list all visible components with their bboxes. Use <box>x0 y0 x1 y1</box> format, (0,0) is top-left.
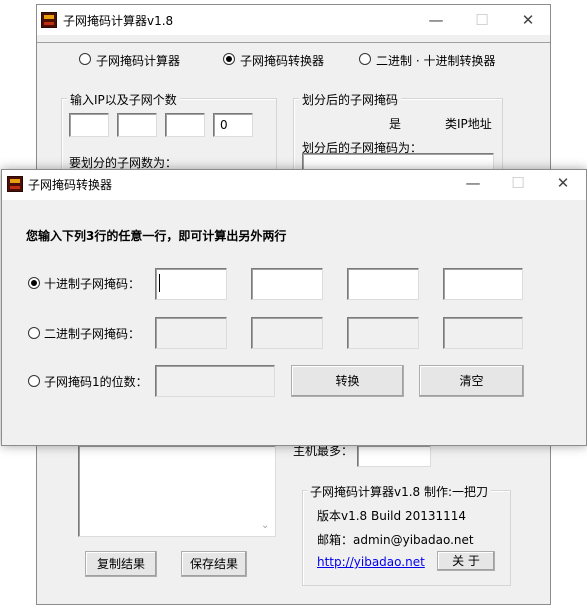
ip-octet-1[interactable] <box>69 113 109 137</box>
radio-subnet-converter[interactable] <box>223 53 235 65</box>
dialog-titlebar: 子网掩码转换器 — ☐ ✕ <box>2 170 586 200</box>
mode-label-converter: 子网掩码转换器 <box>240 54 325 68</box>
dialog-maximize-icon: ☐ <box>511 174 525 192</box>
scroll-down-icon[interactable]: ⌄ <box>261 520 269 531</box>
decimal-octet-2[interactable] <box>251 268 323 300</box>
mode-label-calculator: 子网掩码计算器 <box>96 54 181 68</box>
clear-button[interactable]: 清空 <box>419 365 524 397</box>
dialog-title: 子网掩码转换器 <box>28 178 113 192</box>
minimize-icon[interactable]: — <box>421 9 451 31</box>
binary-octet-3[interactable] <box>347 317 419 349</box>
ip-octet-3[interactable] <box>165 113 205 137</box>
host-max-field[interactable] <box>357 445 431 467</box>
bit-count-label: 子网掩码1的位数： <box>44 375 148 389</box>
ip-group-title: 输入IP以及子网个数 <box>67 91 180 108</box>
radio-binary-mask[interactable] <box>28 327 40 339</box>
convert-button[interactable]: 转换 <box>291 365 404 397</box>
dialog-close-icon[interactable]: ✕ <box>548 172 578 194</box>
decimal-octet-1[interactable] <box>155 268 227 300</box>
radio-decimal-mask[interactable] <box>28 277 40 289</box>
binary-octet-2[interactable] <box>251 317 323 349</box>
main-titlebar: 子网掩码计算器v1.8 — ☐ ✕ <box>37 5 550 35</box>
copy-result-button[interactable]: 复制结果 <box>85 551 157 577</box>
decimal-octet-4[interactable] <box>443 268 523 300</box>
version-text: 版本v1.8 Build 20131114 <box>317 509 467 523</box>
save-result-button[interactable]: 保存结果 <box>181 551 247 577</box>
radio-binary-decimal[interactable] <box>359 53 371 65</box>
maximize-icon: ☐ <box>475 11 489 29</box>
decimal-mask-label: 十进制子网掩码： <box>44 277 141 291</box>
dialog-instruction: 您输入下列3行的任意一行，即可计算出另外两行 <box>26 229 287 243</box>
close-icon[interactable]: ✕ <box>513 9 543 31</box>
app-logo-icon <box>41 12 57 28</box>
converter-dialog: 子网掩码转换器 — ☐ ✕ 您输入下列3行的任意一行，即可计算出另外两行 十进制… <box>1 169 587 446</box>
ip-is-label: 是 <box>389 117 402 131</box>
radio-bit-count[interactable] <box>28 375 40 387</box>
result-list[interactable] <box>78 445 276 537</box>
decimal-octet-3[interactable] <box>347 268 419 300</box>
website-link[interactable]: http://yibadao.net <box>317 555 425 569</box>
mode-label-binary: 二进制 · 十进制转换器 <box>376 54 496 68</box>
main-window-title: 子网掩码计算器v1.8 <box>63 14 174 28</box>
ip-octet-4[interactable]: 0 <box>213 113 253 137</box>
email-text: 邮箱：admin@yibadao.net <box>317 533 474 547</box>
result-group-title: 划分后的子网掩码 <box>299 91 402 108</box>
binary-octet-4[interactable] <box>443 317 523 349</box>
radio-subnet-calculator[interactable] <box>79 53 91 65</box>
binary-mask-label: 二进制子网掩码： <box>44 327 141 341</box>
bit-count-field[interactable] <box>155 365 275 397</box>
dialog-app-icon <box>7 176 23 192</box>
title-divider <box>37 42 550 43</box>
dialog-minimize-icon[interactable]: — <box>458 172 488 194</box>
ip-octet-2[interactable] <box>117 113 157 137</box>
about-button[interactable]: 关 于 <box>437 551 495 571</box>
binary-octet-1[interactable] <box>155 317 227 349</box>
about-group-title: 子网掩码计算器v1.8 制作:一把刀 <box>307 483 492 500</box>
ip-class-label: 类IP地址 <box>445 117 492 131</box>
text-cursor <box>159 274 160 292</box>
